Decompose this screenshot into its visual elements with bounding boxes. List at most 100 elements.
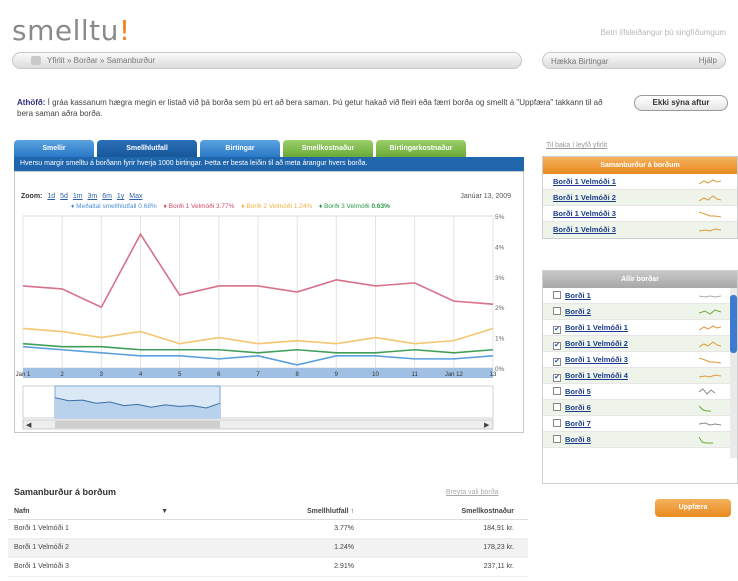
x-tick-label: 10	[372, 372, 379, 378]
back-link[interactable]: Til baka í leyfð yfirlit	[546, 142, 607, 149]
home-icon[interactable]	[31, 56, 41, 65]
y-tick-label: 3%	[495, 275, 505, 282]
checkbox-checked[interactable]: ✔	[553, 342, 561, 350]
logo-accent: !	[118, 14, 131, 47]
banner-link[interactable]: Borði 8	[565, 435, 591, 444]
x-tick-label: Jan 1	[16, 372, 31, 378]
edit-selection-link[interactable]: Breyta vali borða	[446, 489, 499, 496]
column-header-ctr[interactable]: Smellhlutfall ↑	[258, 505, 368, 520]
search-input[interactable]	[551, 55, 681, 67]
sparkline-icon	[699, 195, 721, 202]
tab-smellir[interactable]: Smellir	[14, 140, 94, 157]
banner-link[interactable]: Borði 1 Velmóði 1	[565, 323, 628, 332]
y-tick-label: 4%	[495, 244, 505, 251]
row-name: Borði 1 Velmóði 1	[8, 519, 258, 539]
banner-item[interactable]: Borði 2	[543, 304, 737, 320]
logo[interactable]: smelltu!	[12, 14, 131, 47]
sparkline-icon	[699, 179, 721, 185]
compare-item[interactable]: Borði 1 Velmóði 2	[543, 190, 737, 206]
checkbox[interactable]	[553, 307, 561, 315]
row-ctr: 2.91%	[258, 557, 368, 577]
banner-link[interactable]: Borði 1 Velmóði 2	[565, 339, 628, 348]
breadcrumb: Yfirlit » Borðar » Samanburður	[12, 52, 522, 69]
banner-item[interactable]: ✔ Borði 1 Velmóði 2	[543, 336, 737, 352]
table-row[interactable]: Borði 1 Velmóði 3 2.91% 237,11 kr.	[8, 557, 528, 577]
row-name: Borði 1 Velmóði 3	[8, 557, 258, 577]
compare-item[interactable]: Borði 1 Velmóði 3	[543, 222, 737, 238]
sparkline-icon	[699, 388, 716, 395]
notice: Athöfð: Í gráa kassanum hægra megin er l…	[17, 97, 617, 119]
row-ctr: 3.77%	[258, 519, 368, 539]
help-button[interactable]: Hjálp	[699, 56, 717, 65]
y-tick-label: 0%	[495, 366, 505, 373]
navigator-scroll-thumb	[55, 421, 220, 428]
column-header-cost[interactable]: Smellkostnaður	[368, 505, 528, 520]
tab-smellhlutfall[interactable]: Smellhlutfall	[97, 140, 197, 157]
search-bar: Hjálp	[542, 52, 726, 69]
tab-smellkostnadur[interactable]: Smellkostnaður	[283, 140, 373, 157]
sparkline-icon	[699, 309, 721, 315]
sparkline-icon	[699, 325, 721, 331]
checkbox-checked[interactable]: ✔	[553, 374, 561, 382]
chart-panel: Zoom: 1d 5d 1m 3m 6m 1y Max Janúar 13, 2…	[14, 171, 524, 433]
compare-item-link[interactable]: Borði 1 Velmóði 3	[553, 225, 616, 234]
sort-arrow-icon[interactable]: ▼	[161, 508, 168, 515]
compare-item[interactable]: Borði 1 Velmóði 3	[543, 206, 737, 222]
row-cost: 237,11 kr.	[368, 557, 528, 577]
sparkline-icon	[699, 357, 721, 364]
x-tick-label: 13	[490, 372, 497, 378]
sparkline-icon	[699, 374, 721, 378]
dismiss-notice-button[interactable]: Ekki sýna aftur	[634, 95, 728, 111]
compare-panel: Samanburður á borðum Borði 1 Velmóði 1 B…	[542, 156, 738, 239]
scroll-left-icon: ◀	[26, 421, 32, 429]
breadcrumb-text[interactable]: Yfirlit » Borðar » Samanburður	[47, 56, 155, 65]
banner-link[interactable]: Borði 5	[565, 387, 591, 396]
tagline: Betri lífsleiðangur þú singfíðumgum	[600, 28, 726, 37]
sparkline-icon	[699, 228, 721, 232]
banner-link[interactable]: Borði 1	[565, 291, 591, 300]
tab-birtingarkostnadur[interactable]: Birtingarkostnaður	[376, 140, 466, 157]
checkbox-checked[interactable]: ✔	[553, 326, 561, 334]
banner-link[interactable]: Borði 1 Velmóði 3	[565, 355, 628, 364]
sparkline-icon	[699, 436, 713, 444]
sparkline-icon	[699, 422, 721, 426]
checkbox[interactable]	[553, 291, 561, 299]
scroll-right-icon: ▶	[484, 421, 490, 429]
banner-item[interactable]: ✔ Borði 1 Velmóði 1	[543, 320, 737, 336]
x-tick-label: Jan 12	[445, 372, 464, 378]
checkbox[interactable]	[553, 387, 561, 395]
checkbox[interactable]	[553, 435, 561, 443]
summary-table: Nafn ▼ Smellhlutfall ↑ Smellkostnaður Bor…	[8, 505, 528, 577]
checkbox[interactable]	[553, 403, 561, 411]
checkbox[interactable]	[553, 419, 561, 427]
banner-item[interactable]: Borði 7	[543, 416, 737, 432]
banner-link[interactable]: Borði 1 Velmóði 4	[565, 371, 628, 380]
table-row[interactable]: Borði 1 Velmóði 2 1.24% 178,23 kr.	[8, 538, 528, 558]
column-header-name[interactable]: Nafn ▼	[8, 505, 258, 520]
line-chart[interactable]: 5%4%3%2%1%0%Jan 1 2 3 4 5 6 7 8 9 10 11 Jan 12 13◀ ▶	[15, 172, 523, 432]
scrollbar-thumb[interactable]	[730, 295, 737, 353]
banner-item[interactable]: Borði 8	[543, 432, 737, 448]
y-tick-label: 2%	[495, 305, 505, 312]
row-cost: 184,91 kr.	[368, 519, 528, 539]
checkbox-checked[interactable]: ✔	[553, 358, 561, 366]
column-name-label: Nafn	[14, 508, 30, 516]
compare-item-link[interactable]: Borði 1 Velmóði 1	[553, 177, 616, 186]
banner-link[interactable]: Borði 7	[565, 419, 591, 428]
compare-item-link[interactable]: Borði 1 Velmóði 2	[553, 193, 616, 202]
banner-item[interactable]: ✔ Borði 1 Velmóði 3	[543, 352, 737, 368]
banner-item[interactable]: Borði 6	[543, 400, 737, 416]
y-tick-label: 5%	[495, 214, 505, 221]
banner-item[interactable]: ✔ Borði 1 Velmóði 4	[543, 368, 737, 384]
compare-item-link[interactable]: Borði 1 Velmóði 3	[553, 209, 616, 218]
banner-link[interactable]: Borði 6	[565, 403, 591, 412]
compare-panel-title: Samanburður á borðum	[543, 157, 737, 174]
banner-item[interactable]: Borði 5	[543, 384, 737, 400]
banner-link[interactable]: Borði 2	[565, 307, 591, 316]
compare-item[interactable]: Borði 1 Velmóði 1	[543, 174, 737, 190]
summary-heading: Samanburður á borðum	[14, 487, 117, 497]
tab-birtingar[interactable]: Birtingar	[200, 140, 280, 157]
banner-item[interactable]: Borði 1	[543, 288, 737, 304]
update-button[interactable]: Uppfæra	[655, 499, 731, 517]
table-row[interactable]: Borði 1 Velmóði 1 3.77% 184,91 kr.	[8, 519, 528, 539]
